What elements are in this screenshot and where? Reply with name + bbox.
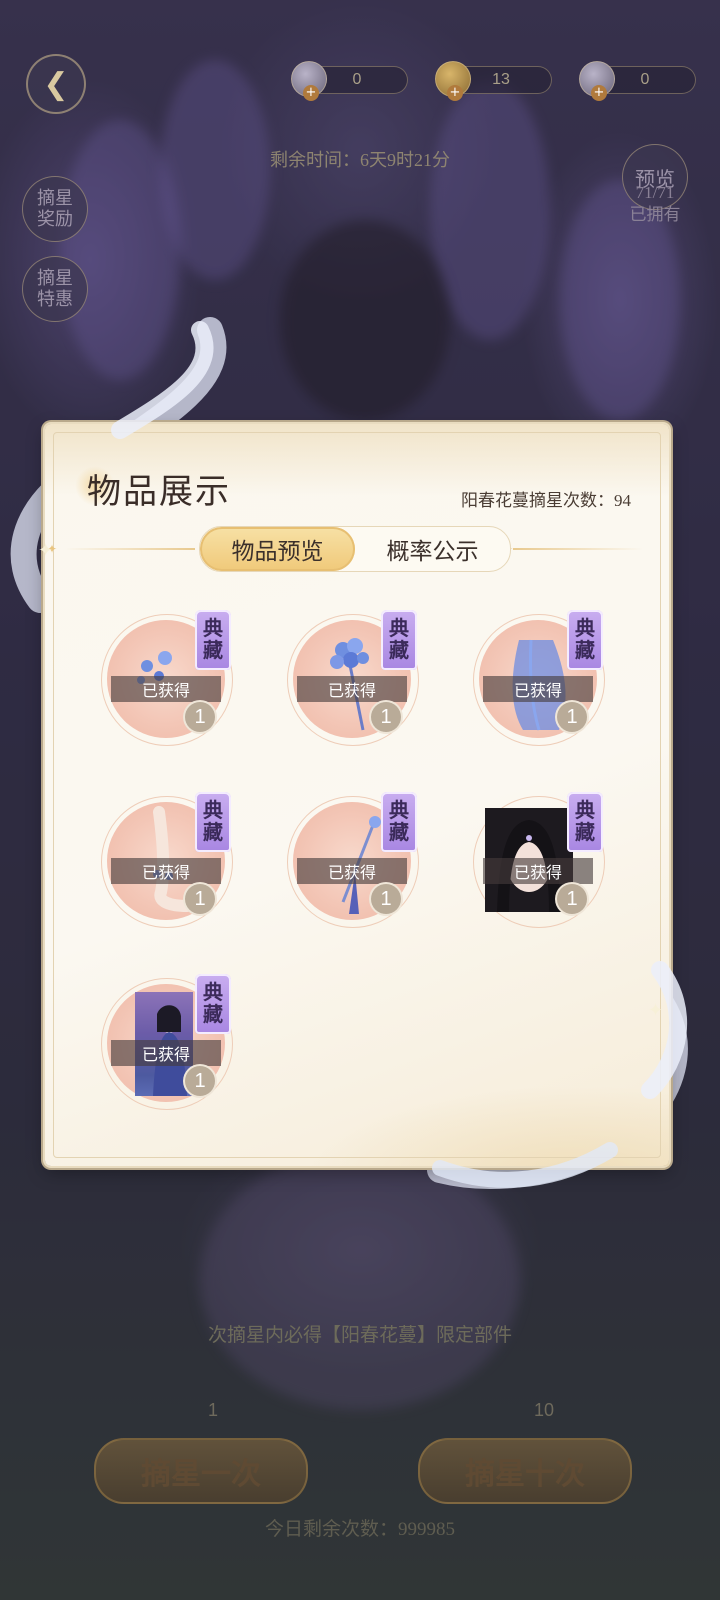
collection-badge: 典藏 xyxy=(195,792,231,852)
item-quantity: 1 xyxy=(557,702,587,732)
item-slot[interactable]: 已获得 典藏 1 xyxy=(469,610,609,750)
collection-badge: 典藏 xyxy=(195,974,231,1034)
tab-probability[interactable]: 概率公示 xyxy=(355,527,510,571)
obtained-label: 已获得 xyxy=(483,676,593,702)
obtained-label: 已获得 xyxy=(483,858,593,884)
item-slot[interactable]: 已获得 典藏 1 xyxy=(97,974,237,1114)
item-slot[interactable]: 已获得 典藏 1 xyxy=(283,610,423,750)
obtained-label: 已获得 xyxy=(297,676,407,702)
obtained-label: 已获得 xyxy=(111,1040,221,1066)
divider xyxy=(513,548,643,550)
tab-bar: 物品预览 概率公示 xyxy=(199,526,511,572)
panel-title: 物品展示 xyxy=(87,474,231,511)
item-quantity: 1 xyxy=(371,702,401,732)
obtained-label: 已获得 xyxy=(111,858,221,884)
sparkle-icon: ✦ xyxy=(38,540,54,561)
divider xyxy=(65,548,195,550)
item-slot[interactable]: 已获得 典藏 1 xyxy=(97,792,237,932)
item-quantity: 1 xyxy=(185,884,215,914)
collection-badge: 典藏 xyxy=(567,792,603,852)
obtained-label: 已获得 xyxy=(111,676,221,702)
tab-item-preview[interactable]: 物品预览 xyxy=(200,527,355,571)
item-quantity: 1 xyxy=(371,884,401,914)
draw-count-label: 阳春花蔓摘星次数：94 xyxy=(461,491,631,510)
collection-badge: 典藏 xyxy=(381,610,417,670)
item-quantity: 1 xyxy=(185,702,215,732)
collection-badge: 典藏 xyxy=(195,610,231,670)
item-display-panel: 物品展示 阳春花蔓摘星次数：94 ✦ ✦ 物品预览 概率公示 已获得 典藏 1 … xyxy=(45,424,669,1166)
item-slot[interactable]: 已获得 典藏 1 xyxy=(283,792,423,932)
item-quantity: 1 xyxy=(185,1066,215,1096)
sparkle-icon: ✦ xyxy=(648,1000,664,1021)
obtained-label: 已获得 xyxy=(297,858,407,884)
collection-badge: 典藏 xyxy=(381,792,417,852)
item-quantity: 1 xyxy=(557,884,587,914)
tab-label: 概率公示 xyxy=(386,539,479,564)
item-slot[interactable]: 已获得 典藏 1 xyxy=(97,610,237,750)
collection-badge: 典藏 xyxy=(567,610,603,670)
item-slot[interactable]: 已获得 典藏 1 xyxy=(469,792,609,932)
tab-label: 物品预览 xyxy=(231,539,324,564)
